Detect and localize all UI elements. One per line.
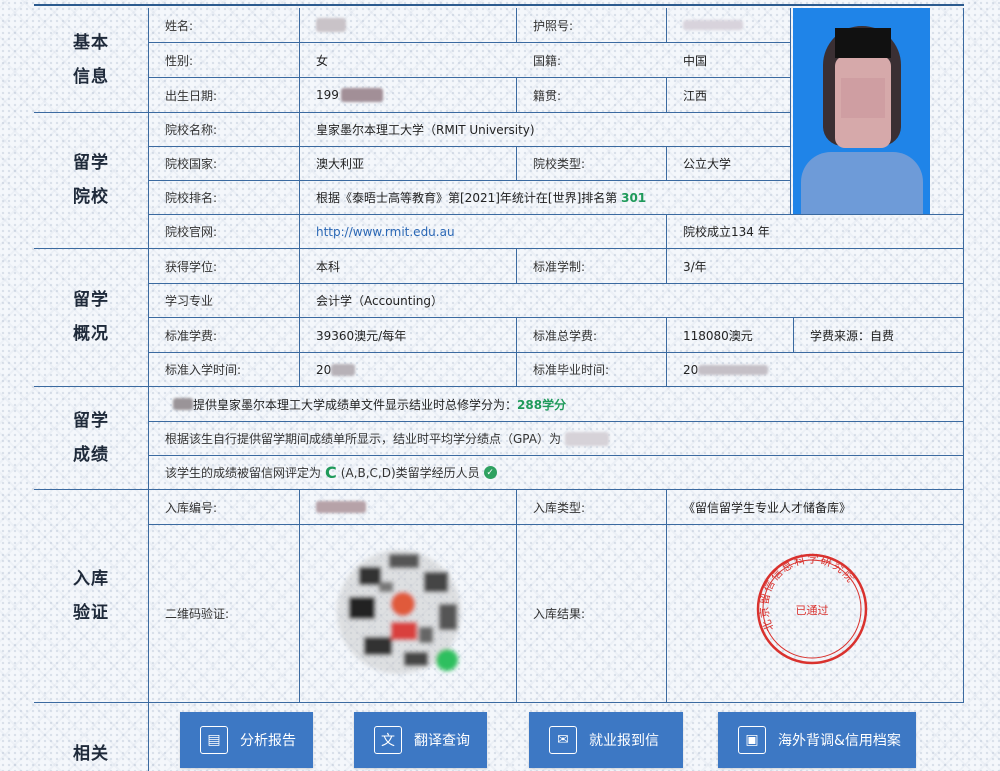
- degree-value: 本科: [316, 259, 341, 274]
- section-basic-info: 基本 信息: [34, 8, 148, 112]
- school-founded: 院校成立134 年: [683, 225, 770, 239]
- degree-label: 获得学位:: [165, 259, 218, 274]
- grades-credits-line: 提供皇家墨尔本理工大学成绩单文件显示结业时总修学分为： 288学分: [149, 387, 979, 421]
- section-title-line: 成绩: [73, 444, 109, 465]
- enroll-value: 20: [300, 353, 532, 386]
- school-site-label: 院校官网:: [165, 225, 218, 239]
- grad-text: 20: [683, 362, 699, 377]
- origin-label: 籍贯:: [533, 88, 562, 103]
- school-type-value: 公立大学: [683, 157, 732, 171]
- button-label: 翻译查询: [414, 733, 470, 749]
- duration-value: 3/年: [683, 259, 707, 274]
- student-photo: [793, 8, 930, 214]
- fee-source: 学费来源：自费: [810, 328, 895, 343]
- qr-code-image[interactable]: [319, 542, 484, 682]
- top-border: [34, 4, 964, 6]
- credits-value: 288学分: [517, 397, 567, 412]
- background-check-button[interactable]: ▣ 海外背调&信用档案: [718, 712, 916, 768]
- section-title-line: 信息: [73, 67, 109, 87]
- archive-icon: ▣: [738, 726, 766, 754]
- school-rank-label: 院校排名:: [165, 191, 218, 205]
- grad-label: 标准毕业时间:: [533, 363, 610, 377]
- seal-ring-text: 北京留信信息科学研究院: [757, 552, 858, 633]
- section-verify: 入库 验证: [34, 489, 148, 702]
- total-fee-label: 标准总学费:: [533, 328, 598, 343]
- rating-pre: 该学生的成绩被留信网评定为: [165, 466, 322, 480]
- rank-text: 根据《泰晤士高等教育》第[2021]年统计在[世界]排名第: [316, 191, 618, 205]
- credits-text: 提供皇家墨尔本理工大学成绩单文件显示结业时总修学分为：: [193, 397, 518, 412]
- enroll-text: 20: [316, 362, 332, 377]
- school-name-label: 院校名称:: [165, 123, 218, 137]
- section-title-line: 留学: [73, 410, 109, 431]
- svg-text:北京留信信息科学研究院: 北京留信信息科学研究院: [757, 552, 859, 633]
- school-name-value: 皇家墨尔本理工大学（RMIT University): [316, 123, 535, 137]
- section-title-line: 概况: [73, 324, 109, 344]
- button-label: 就业报到信: [589, 733, 659, 749]
- chart-report-icon: ▤: [200, 726, 228, 754]
- translation-query-button[interactable]: 文翻译查询: [354, 712, 487, 768]
- grad-value: 20: [667, 353, 979, 386]
- grades-rating-line: 该学生的成绩被留信网评定为 C (A,B,C,D)类留学经历人员 ✓: [149, 456, 979, 489]
- school-type-label: 院校类型:: [533, 157, 586, 171]
- school-country-label: 院校国家:: [165, 157, 218, 171]
- enroll-label: 标准入学时间:: [165, 363, 242, 377]
- entry-no-label: 入库编号:: [165, 500, 218, 515]
- school-rank-value: 根据《泰晤士高等教育》第[2021]年统计在[世界]排名第 301: [300, 181, 806, 214]
- section-title-line: 院校: [73, 187, 109, 207]
- school-country-value: 澳大利亚: [316, 157, 365, 171]
- grades-gpa-line: 根据该生自行提供留学期间成绩单所显示，结业时平均学分绩点（GPA）为: [149, 422, 979, 455]
- qr-label: 二维码验证:: [165, 607, 230, 621]
- gpa-text: 根据该生自行提供留学期间成绩单所显示，结业时平均学分绩点（GPA）为: [165, 432, 561, 446]
- certificate-table: 基本 信息 留学 院校 留学 概况 留学 成绩 入库 验证 相关 姓名: 护照号…: [34, 8, 964, 771]
- seal-center-text: 已通过: [796, 604, 829, 617]
- gender-value: 女: [316, 53, 329, 68]
- name-value: [300, 8, 532, 42]
- origin-value: 江西: [683, 88, 708, 103]
- rating-post: (A,B,C,D)类留学经历人员: [340, 466, 480, 480]
- section-title-line: 基本: [73, 33, 109, 53]
- entry-type-label: 入库类型:: [533, 500, 586, 515]
- section-overview: 留学 概况: [34, 248, 148, 386]
- button-label: 海外背调&信用档案: [778, 733, 901, 749]
- birth-label: 出生日期:: [165, 88, 218, 103]
- section-title-line: 相关: [73, 744, 109, 764]
- translate-icon: 文: [374, 726, 402, 754]
- section-grades: 留学 成绩: [34, 386, 148, 489]
- passport-label: 护照号:: [533, 18, 574, 33]
- analysis-report-button[interactable]: ▤ 分析报告: [180, 712, 313, 768]
- school-site-link[interactable]: http://www.rmit.edu.au: [300, 215, 682, 248]
- birth-value: 199: [300, 78, 532, 112]
- employment-letter-button[interactable]: ✉ 就业报到信: [529, 712, 683, 768]
- section-title-line: 留学: [73, 290, 109, 310]
- button-label: 分析报告: [240, 733, 296, 749]
- duration-label: 标准学制:: [533, 259, 586, 274]
- gender-label: 性别:: [165, 53, 194, 68]
- verification-seal: 北京留信信息科学研究院 已通过: [757, 552, 868, 665]
- fee-value: 39360澳元/每年: [316, 328, 407, 343]
- major-label: 学习专业: [165, 294, 214, 308]
- section-title-line: 入库: [73, 568, 109, 589]
- section-school: 留学 院校: [34, 112, 148, 248]
- total-fee-value: 118080澳元: [683, 328, 753, 343]
- major-value: 会计学（Accounting）: [316, 294, 444, 308]
- result-label: 入库结果:: [533, 607, 586, 621]
- verified-check-icon: ✓: [483, 466, 497, 479]
- envelope-icon: ✉: [549, 726, 577, 754]
- rank-number: 301: [621, 190, 647, 205]
- name-label: 姓名:: [165, 18, 194, 33]
- section-related: 相关: [34, 708, 148, 771]
- passport-value: [667, 8, 806, 42]
- section-title-line: 验证: [73, 602, 109, 623]
- entry-no-value: [300, 490, 532, 524]
- grade-letter: C: [325, 463, 337, 482]
- entry-type-value: 《留信留学生专业人才储备库》: [683, 500, 852, 515]
- birth-text: 199: [316, 88, 339, 102]
- nationality-value: 中国: [683, 53, 708, 68]
- nationality-label: 国籍:: [533, 53, 562, 68]
- section-title-line: 留学: [73, 153, 109, 173]
- fee-label: 标准学费:: [165, 328, 218, 343]
